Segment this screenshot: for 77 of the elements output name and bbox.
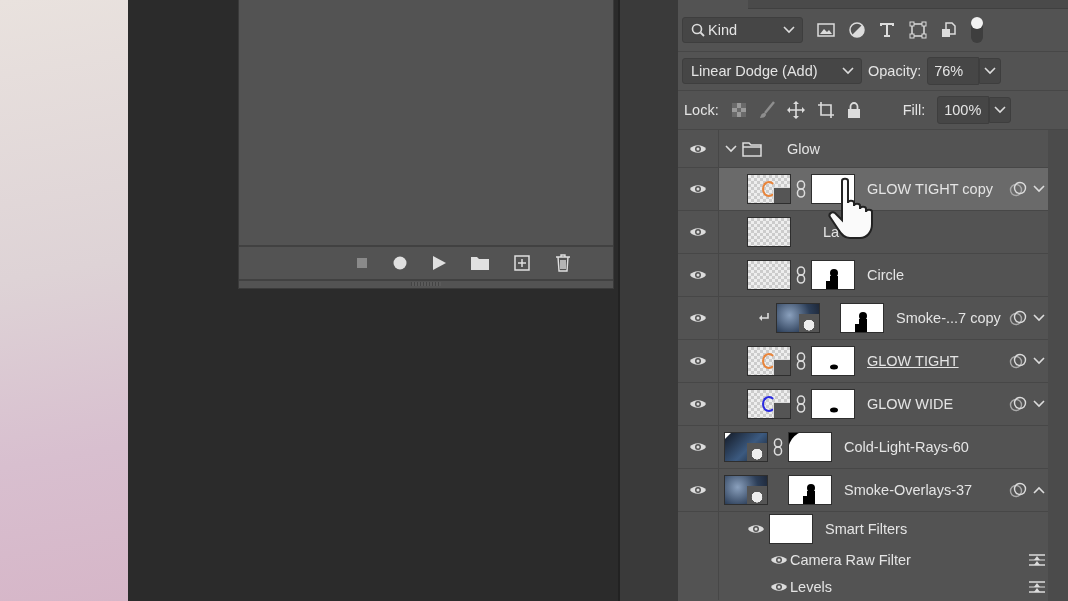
layer-name: GLOW WIDE	[867, 396, 954, 412]
fill-field[interactable]: 100%	[937, 96, 990, 124]
fill-label: Fill:	[902, 102, 926, 118]
layer-mask-thumbnail[interactable]	[788, 475, 832, 505]
layer-row[interactable]: Cold-Light-Rays-60	[678, 426, 1048, 469]
lock-icon[interactable]	[846, 102, 861, 118]
visibility-eye-icon[interactable]	[689, 225, 707, 239]
opacity-field[interactable]: 76%	[927, 57, 980, 85]
filter-mask-thumbnail[interactable]	[769, 514, 813, 544]
record-icon[interactable]	[393, 256, 407, 270]
folder-icon	[742, 140, 762, 157]
search-icon	[691, 23, 705, 37]
chain-link-icon[interactable]	[796, 266, 806, 284]
type-filter-icon[interactable]	[879, 22, 895, 38]
layer-row[interactable]: Smart Filters	[678, 512, 1048, 546]
filter-toggle[interactable]	[971, 17, 983, 43]
chain-link-icon[interactable]	[796, 395, 806, 413]
shape-filter-icon[interactable]	[909, 21, 927, 39]
layer-name: GLOW TIGHT copy	[867, 181, 993, 197]
visibility-eye-icon[interactable]	[689, 268, 707, 282]
layer-name: Cold-Light-Rays-60	[844, 439, 969, 455]
layer-effects-icon[interactable]	[1009, 181, 1027, 197]
layer-mask-thumbnail[interactable]	[811, 346, 855, 376]
filter-dropdown[interactable]: Kind	[682, 17, 803, 43]
folder-icon[interactable]	[471, 256, 489, 270]
layer-name: Levels	[790, 578, 832, 595]
chain-link-icon[interactable]	[796, 352, 806, 370]
chain-link-icon[interactable]	[796, 180, 806, 198]
layer-row[interactable]: GLOW TIGHT	[678, 340, 1048, 383]
layer-name: Camera Raw Filter	[790, 551, 911, 568]
visibility-eye-icon[interactable]	[689, 354, 707, 368]
layer-row[interactable]: Circle	[678, 254, 1048, 297]
fill-menu-button[interactable]	[989, 97, 1012, 123]
visibility-eye-icon[interactable]	[689, 182, 707, 196]
adjustment-filter-icon[interactable]	[849, 22, 865, 38]
image-filter-icon[interactable]	[817, 23, 835, 37]
layer-name: Circle	[867, 267, 905, 283]
filter-options-icon[interactable]	[1028, 551, 1046, 568]
layer-name: Smart Filters	[825, 521, 908, 537]
layer-row[interactable]: Smoke-...7 copy	[678, 297, 1048, 340]
move-icon[interactable]	[786, 101, 805, 119]
layer-effects-icon[interactable]	[1009, 482, 1027, 498]
crop-icon[interactable]	[816, 101, 835, 119]
layer-mask-thumbnail[interactable]	[811, 389, 855, 419]
filter-options-icon[interactable]	[1028, 578, 1046, 595]
layer-mask-thumbnail[interactable]	[811, 260, 855, 290]
layer-name: Smoke-...7 copy	[896, 310, 1001, 326]
scrollbar-track[interactable]	[1048, 130, 1068, 601]
visibility-eye-icon[interactable]	[689, 311, 707, 325]
visibility-eye-icon[interactable]	[689, 483, 707, 497]
layer-mask-thumbnail[interactable]	[840, 303, 884, 333]
layer-effects-icon[interactable]	[1009, 310, 1027, 326]
layer-effects-icon[interactable]	[1009, 353, 1027, 369]
layer-effects-icon[interactable]	[1009, 396, 1027, 412]
visibility-eye-icon[interactable]	[747, 522, 765, 536]
visibility-eye-icon[interactable]	[689, 440, 707, 454]
layer-row[interactable]: Levels	[678, 573, 1048, 600]
trash-icon[interactable]	[555, 254, 571, 272]
layer-name: GLOW TIGHT	[867, 353, 959, 369]
new-action-icon[interactable]	[514, 255, 530, 271]
layer-name: Glow	[787, 140, 821, 157]
layer-row[interactable]: GLOW TIGHT copy	[678, 168, 1048, 211]
layer-name: Smoke-Overlays-37	[844, 482, 973, 498]
lock-label: Lock:	[684, 102, 719, 118]
play-icon[interactable]	[432, 256, 446, 270]
smart-object-filter-icon[interactable]	[941, 22, 957, 38]
layer-mask-thumbnail[interactable]	[788, 432, 832, 462]
opacity-menu-button[interactable]	[979, 58, 1002, 84]
layer-row[interactable]: GLOW WIDE	[678, 383, 1048, 426]
layer-row[interactable]: Camera Raw Filter	[678, 546, 1048, 573]
layer-name: La	[823, 224, 840, 240]
visibility-eye-icon[interactable]	[689, 397, 707, 411]
opacity-label: Opacity:	[868, 63, 922, 79]
layer-row[interactable]: Smoke-Overlays-37	[678, 469, 1048, 512]
lock-transparency-icon[interactable]	[730, 102, 747, 118]
chain-link-icon[interactable]	[773, 438, 783, 456]
blend-mode-dropdown[interactable]: Linear Dodge (Add)	[682, 58, 862, 84]
